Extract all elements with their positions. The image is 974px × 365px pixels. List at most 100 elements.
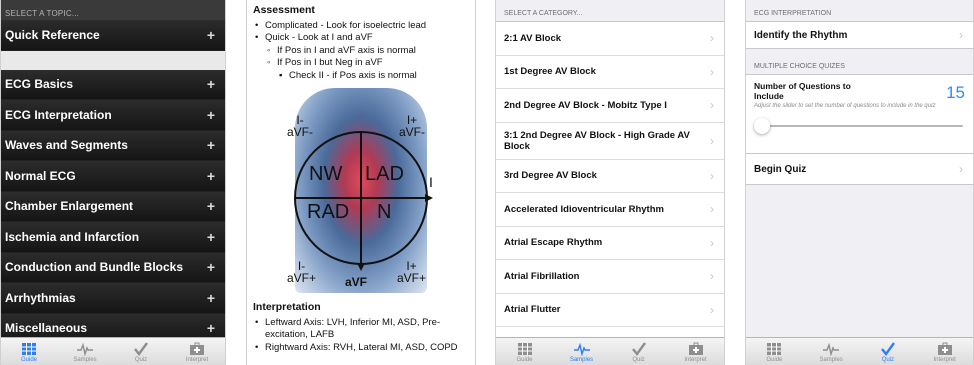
slider-track[interactable] bbox=[760, 124, 963, 127]
chevron-right-icon: › bbox=[710, 133, 714, 148]
tab-label: Quiz bbox=[881, 357, 895, 363]
interpretation-group: Identify the Rhythm › bbox=[746, 21, 973, 49]
topic-label: ECG Interpretation bbox=[5, 107, 112, 122]
chevron-right-icon: › bbox=[710, 31, 714, 46]
row-label: Identify the Rhythm bbox=[754, 29, 848, 41]
category-row[interactable]: Accelerated Idioventricular Rhythm › bbox=[496, 193, 724, 227]
label-bottom-left: I-aVF+ bbox=[287, 259, 317, 285]
identify-rhythm-row[interactable]: Identify the Rhythm › bbox=[746, 22, 973, 48]
plus-icon: + bbox=[206, 76, 215, 93]
assessment-heading: Assessment bbox=[253, 4, 315, 16]
category-row[interactable]: Atrial Escape Rhythm › bbox=[496, 226, 724, 260]
tab-interpret[interactable]: Interpret bbox=[916, 338, 973, 365]
topic-header: SELECT A TOPIC... bbox=[1, 0, 225, 20]
category-label: Atrial Fibrillation bbox=[504, 270, 580, 282]
topic-label: Normal ECG bbox=[5, 168, 76, 183]
label-bottom-center: aVF bbox=[345, 275, 368, 289]
topic-label: Ischemia and Infarction bbox=[5, 229, 140, 244]
tab-interpret[interactable]: Interpret bbox=[169, 338, 225, 365]
tab-label: Interpret bbox=[185, 357, 209, 363]
tab-interpret[interactable]: Interpret bbox=[667, 338, 724, 365]
category-row[interactable]: 1st Degree AV Block › bbox=[496, 55, 724, 89]
slider-knob[interactable] bbox=[754, 117, 770, 134]
topic-row[interactable]: Waves and Segments + bbox=[1, 130, 225, 161]
guide-grid-icon bbox=[767, 343, 782, 355]
begin-quiz-row[interactable]: Begin Quiz › bbox=[746, 154, 973, 184]
tab-label: Quiz bbox=[134, 357, 148, 363]
plus-icon: + bbox=[206, 167, 215, 184]
bullet-item: Rightward Axis: RVH, Lateral MI, ASD, CO… bbox=[253, 342, 469, 355]
tab-label: Samples bbox=[569, 357, 594, 363]
category-row[interactable]: 3rd Degree AV Block › bbox=[496, 159, 724, 193]
topic-row[interactable]: Chamber Enlargement + bbox=[1, 191, 225, 222]
category-label: 2:1 AV Block bbox=[504, 32, 562, 44]
section-header-mcq: MULTIPLE CHOICE QUIZES bbox=[754, 63, 845, 70]
tab-label: Guide bbox=[516, 357, 533, 363]
tab-quiz[interactable]: Quiz bbox=[113, 338, 169, 365]
category-row[interactable]: 3:1 2nd Degree AV Block - High Grade AV … bbox=[496, 122, 724, 160]
tab-bar: Guide Samples Quiz Interpret bbox=[746, 337, 973, 365]
bullet-item: If Pos in I and aVF axis is normal bbox=[253, 45, 469, 58]
chevron-right-icon: › bbox=[959, 162, 963, 176]
plus-icon: + bbox=[206, 320, 215, 337]
guide-grid-icon bbox=[22, 343, 36, 355]
topic-row[interactable]: Normal ECG + bbox=[1, 161, 225, 192]
plus-icon: + bbox=[206, 259, 215, 276]
quadrant-lad: LAD bbox=[365, 163, 404, 185]
chevron-right-icon: › bbox=[710, 202, 714, 217]
category-row[interactable]: 2nd Degree AV Block - Mobitz Type I › bbox=[496, 89, 724, 123]
ecg-wave-icon bbox=[77, 342, 93, 356]
tab-label: Guide bbox=[766, 357, 783, 363]
tab-samples[interactable]: Samples bbox=[57, 338, 113, 365]
category-row[interactable]: Atrial Flutter › bbox=[496, 293, 724, 327]
checkmark-icon bbox=[880, 342, 895, 356]
topic-row[interactable]: ECG Basics + bbox=[1, 69, 225, 100]
topic-row[interactable]: Ischemia and Infarction + bbox=[1, 222, 225, 253]
question-count-slider[interactable] bbox=[754, 117, 963, 135]
topic-label: Arrhythmias bbox=[5, 290, 76, 305]
question-count-value: 15 bbox=[946, 83, 965, 102]
tab-label: Samples bbox=[819, 357, 843, 363]
chevron-right-icon: › bbox=[710, 235, 714, 250]
plus-icon: + bbox=[206, 198, 215, 215]
samples-screen: SELECT A CATEGORY... 2:1 AV Block › 1st De… bbox=[495, 0, 725, 365]
label-top-right: I+ aVF- bbox=[399, 113, 426, 139]
topic-row[interactable]: Arrhythmias + bbox=[1, 283, 225, 314]
category-label: 1st Degree AV Block bbox=[504, 66, 596, 78]
reference-screen: Assessment Complicated - Look for isoele… bbox=[246, 0, 476, 365]
bullet-item: Leftward Axis: LVH, Inferior MI, ASD, Pr… bbox=[253, 317, 469, 342]
topic-row[interactable]: ECG Interpretation + bbox=[1, 100, 225, 131]
quadrant-nw: NW bbox=[309, 163, 343, 185]
tab-label: Interpret bbox=[684, 357, 707, 363]
category-row[interactable]: Atrial Fibrillation › bbox=[496, 260, 724, 294]
tab-samples[interactable]: Samples bbox=[803, 338, 860, 365]
topic-row[interactable]: Conduction and Bundle Blocks + bbox=[1, 252, 225, 283]
tab-guide[interactable]: Guide bbox=[496, 338, 553, 365]
plus-icon: + bbox=[206, 137, 215, 154]
category-label: Atrial Flutter bbox=[504, 304, 561, 316]
medical-kit-icon bbox=[190, 342, 204, 355]
ecg-wave-icon bbox=[573, 342, 590, 356]
bullet-item: Quick - Look at I and aVF bbox=[253, 32, 469, 45]
chevron-right-icon: › bbox=[710, 98, 714, 113]
topic-label: Miscellaneous bbox=[5, 321, 88, 336]
category-header: SELECT A CATEGORY... bbox=[496, 0, 724, 22]
tab-guide[interactable]: Guide bbox=[746, 338, 803, 365]
category-row[interactable]: 2:1 AV Block › bbox=[496, 22, 724, 56]
chevron-right-icon: › bbox=[710, 168, 714, 183]
category-label: 2nd Degree AV Block - Mobitz Type I bbox=[504, 99, 667, 111]
plus-icon: + bbox=[206, 289, 215, 306]
tab-quiz[interactable]: Quiz bbox=[860, 338, 917, 365]
tab-label: Interpret bbox=[933, 357, 956, 363]
label-bottom-right: I+ aVF+ bbox=[397, 259, 427, 285]
chevron-right-icon: › bbox=[710, 302, 714, 317]
plus-icon: + bbox=[206, 106, 215, 123]
topic-label: Chamber Enlargement bbox=[5, 199, 134, 214]
mcq-group: Number of Questions to Include 15 Adjust… bbox=[746, 74, 973, 185]
tab-samples[interactable]: Samples bbox=[553, 338, 610, 365]
section-gap bbox=[1, 50, 225, 70]
tab-quiz[interactable]: Quiz bbox=[610, 338, 667, 365]
plus-icon: + bbox=[206, 228, 215, 245]
tab-guide[interactable]: Guide bbox=[1, 338, 57, 365]
topic-quick-reference[interactable]: Quick Reference + bbox=[1, 20, 225, 51]
